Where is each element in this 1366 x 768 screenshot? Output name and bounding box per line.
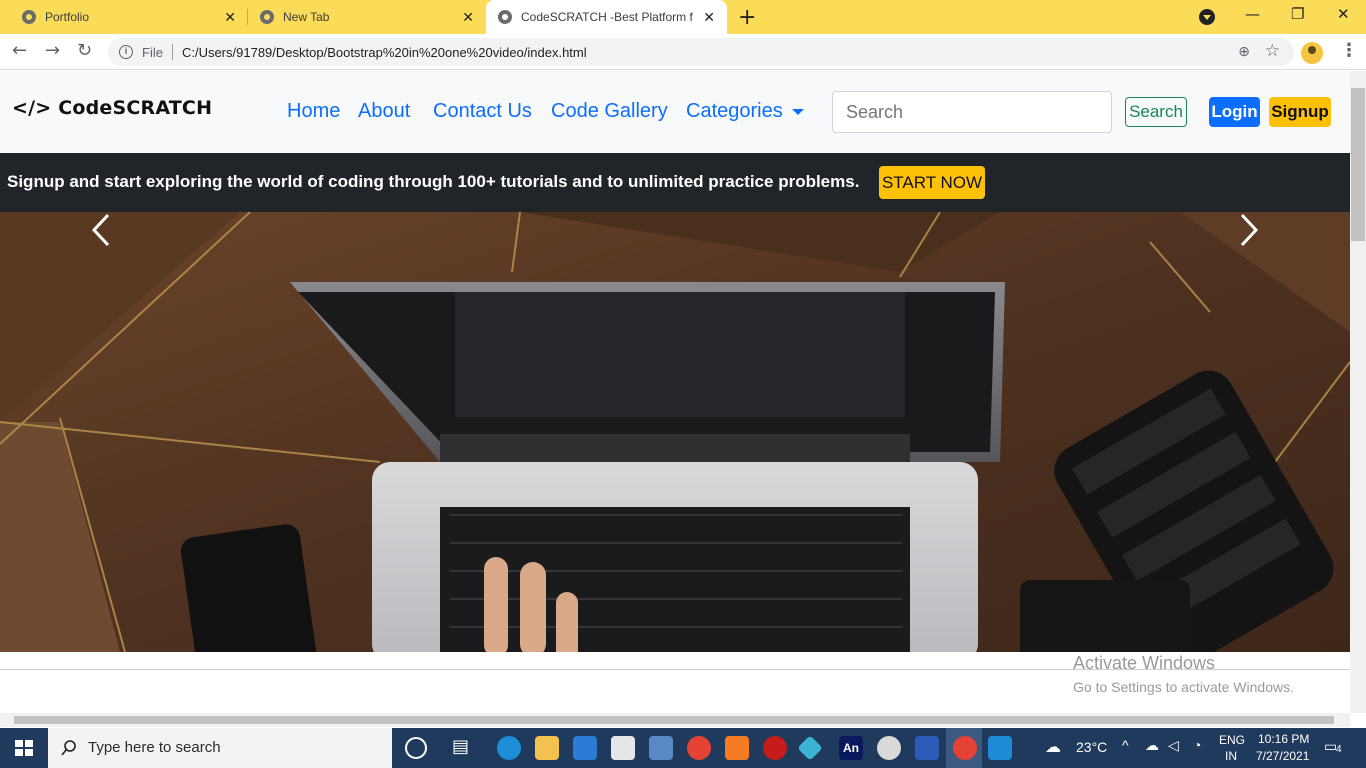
nav-code-gallery[interactable]: Code Gallery	[551, 100, 668, 123]
chrome-icon[interactable]	[953, 736, 977, 760]
cortana-icon[interactable]	[405, 737, 427, 759]
carousel-image-laptop	[0, 212, 1350, 652]
app-icon[interactable]	[877, 736, 901, 760]
promo-banner: Signup and start exploring the world of …	[0, 153, 1350, 212]
chevron-up-icon[interactable]: ^	[1122, 737, 1129, 753]
notification-count: 4	[1336, 744, 1342, 755]
app-icon[interactable]	[797, 735, 823, 761]
watermark-title: Activate Windows	[1073, 653, 1216, 673]
edge-icon[interactable]	[497, 736, 521, 760]
wifi-icon[interactable]: ◔	[1193, 737, 1201, 753]
language-indicator[interactable]: ENG	[1219, 733, 1245, 747]
close-tab-icon[interactable]: ✕	[462, 9, 474, 26]
globe-icon	[498, 10, 512, 24]
volume-icon[interactable]: ◁	[1168, 737, 1179, 754]
search-button[interactable]: Search	[1125, 97, 1187, 127]
store-icon[interactable]	[611, 736, 635, 760]
reload-icon[interactable]: ↻	[77, 40, 92, 61]
clock-date[interactable]: 7/27/2021	[1256, 749, 1309, 763]
site-navbar: </> CodeSCRATCH Home About Contact Us Co…	[0, 71, 1350, 153]
start-now-button[interactable]: START NOW	[879, 166, 985, 199]
browser-toolbar: ← → ↻ i File C:/Users/91789/Desktop/Boot…	[0, 34, 1366, 70]
caret-down-icon	[791, 108, 804, 115]
weather-temp[interactable]: 23°C	[1076, 739, 1107, 755]
region-indicator[interactable]: IN	[1225, 749, 1237, 763]
close-tab-icon[interactable]: ✕	[703, 9, 715, 26]
activate-windows-watermark: Activate Windows Go to Settings to activ…	[1073, 653, 1294, 695]
weather-icon[interactable]: ☁	[1045, 737, 1061, 757]
nav-about[interactable]: About	[358, 100, 410, 123]
globe-icon	[22, 10, 36, 24]
hero-carousel	[0, 212, 1350, 652]
web-page: </> CodeSCRATCH Home About Contact Us Co…	[0, 71, 1350, 713]
carousel-next-icon[interactable]	[1236, 212, 1260, 248]
nav-categories-label: Categories	[686, 100, 783, 122]
close-window-icon[interactable]: ✕	[1337, 5, 1350, 23]
control-panel-icon[interactable]	[649, 736, 673, 760]
chrome-icon	[260, 10, 274, 24]
restore-icon[interactable]: ❐	[1291, 5, 1304, 23]
url-text[interactable]: C:/Users/91789/Desktop/Bootstrap%20in%20…	[182, 45, 587, 60]
animate-icon[interactable]: An	[839, 736, 863, 760]
file-explorer-icon[interactable]	[535, 736, 559, 760]
info-icon[interactable]: i	[119, 45, 133, 59]
bookmark-star-icon[interactable]: ☆	[1265, 41, 1280, 61]
browser-tabstrip: Portfolio ✕ New Tab ✕ CodeSCRATCH -Best …	[0, 0, 1366, 34]
taskbar-search-box[interactable]: Type here to search	[48, 728, 392, 768]
new-tab-icon[interactable]: +	[738, 5, 756, 30]
signup-button[interactable]: Signup	[1269, 97, 1331, 127]
login-button[interactable]: Login	[1209, 97, 1260, 127]
word-icon[interactable]	[915, 736, 939, 760]
vertical-scroll-thumb[interactable]	[1351, 88, 1365, 241]
nav-categories-dropdown[interactable]: Categories	[686, 100, 804, 123]
mail-icon[interactable]	[573, 736, 597, 760]
back-icon[interactable]: ←	[12, 40, 27, 61]
tab-title: New Tab	[283, 10, 330, 24]
address-bar[interactable]: i File C:/Users/91789/Desktop/Bootstrap%…	[108, 38, 1294, 66]
forward-icon[interactable]: →	[45, 40, 60, 61]
profile-avatar-icon[interactable]	[1301, 42, 1323, 64]
omnibox-divider	[171, 44, 173, 60]
nav-contact-us[interactable]: Contact Us	[433, 100, 532, 123]
tab-title: CodeSCRATCH -Best Platform for	[521, 10, 693, 24]
onedrive-icon[interactable]: ☁	[1145, 737, 1159, 754]
carousel-prev-icon[interactable]	[90, 212, 114, 248]
tab-codescratch[interactable]: CodeSCRATCH -Best Platform for ✕	[486, 0, 727, 34]
chrome-icon[interactable]	[687, 736, 711, 760]
windows-start-icon[interactable]	[0, 728, 48, 768]
minimize-icon[interactable]: —	[1245, 5, 1260, 23]
nav-home[interactable]: Home	[287, 100, 340, 123]
search-icon	[61, 740, 76, 756]
vscode-icon[interactable]	[988, 736, 1012, 760]
horizontal-scroll-thumb[interactable]	[14, 716, 1334, 724]
tab-search-icon[interactable]	[1199, 9, 1215, 25]
brave-icon[interactable]	[763, 736, 787, 760]
menu-kebab-icon[interactable]: ⋮	[1340, 40, 1358, 61]
xampp-icon[interactable]	[725, 736, 749, 760]
brand-logo[interactable]: </> CodeSCRATCH	[12, 97, 212, 119]
tab-portfolio[interactable]: Portfolio ✕	[0, 0, 248, 34]
taskbar-search-placeholder: Type here to search	[88, 739, 221, 756]
promo-text: Signup and start exploring the world of …	[7, 172, 860, 191]
watermark-subtitle: Go to Settings to activate Windows.	[1073, 679, 1294, 695]
tab-title: Portfolio	[45, 10, 90, 24]
clock-time[interactable]: 10:16 PM	[1258, 732, 1309, 746]
close-tab-icon[interactable]: ✕	[224, 9, 236, 26]
windows-taskbar: Type here to search ▤ An ☁ 23°C ^ ☁ ◁ ◔ …	[0, 728, 1366, 768]
zoom-icon[interactable]: ⊕	[1238, 43, 1250, 60]
task-view-icon[interactable]: ▤	[452, 736, 476, 760]
file-label: File	[142, 44, 163, 60]
tab-new-tab[interactable]: New Tab ✕	[248, 0, 486, 34]
search-input[interactable]	[832, 91, 1112, 133]
